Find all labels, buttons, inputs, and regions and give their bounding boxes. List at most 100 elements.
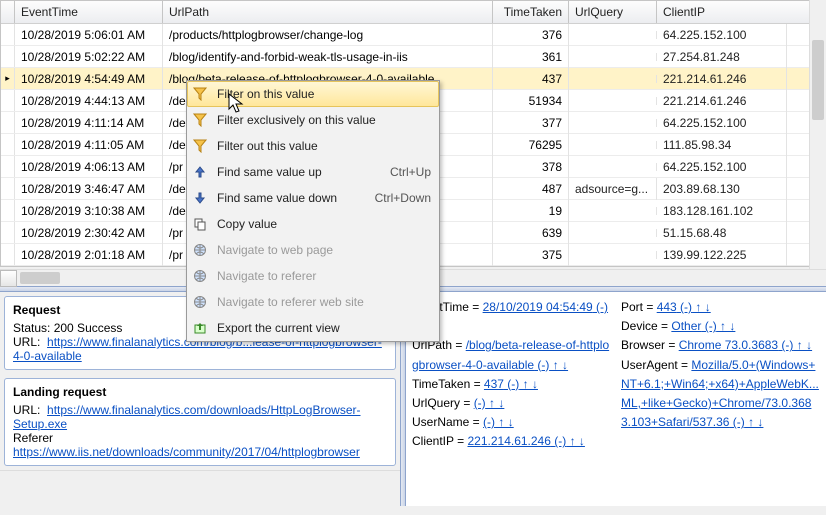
exclude-link[interactable]: (-): [483, 415, 495, 429]
menu-item[interactable]: Filter on this value: [187, 81, 439, 107]
exclude-link[interactable]: (-): [778, 338, 793, 352]
menu-item[interactable]: Filter out this value: [187, 133, 439, 159]
menu-label: Find same value up: [217, 165, 322, 179]
cell-tt: 19: [493, 200, 569, 222]
col-header-clientip[interactable]: ClientIP: [657, 1, 787, 23]
exclude-link[interactable]: (-): [504, 377, 519, 391]
cell-ip: 183.128.161.102: [657, 200, 787, 222]
cell-time: 10/28/2019 2:30:42 AM: [15, 222, 163, 244]
cell-tt: 51934: [493, 90, 569, 112]
nav-arrows[interactable]: ↑ ↓: [692, 300, 711, 314]
detail-value-link[interactable]: 221.214.61.246: [467, 434, 550, 448]
nav-arrows[interactable]: ↑ ↓: [793, 338, 812, 352]
cell-tt: 378: [493, 156, 569, 178]
arrow-down-icon: [193, 191, 207, 205]
cell-time: 10/28/2019 4:06:13 AM: [15, 156, 163, 178]
menu-label: Navigate to referer: [217, 269, 316, 283]
detail-value-link[interactable]: 437: [484, 377, 504, 391]
detail-row: Port = 443 (-) ↑ ↓: [621, 298, 820, 317]
cell-time: 10/28/2019 3:10:38 AM: [15, 200, 163, 222]
exclude-link[interactable]: (-): [701, 319, 716, 333]
col-header-timetaken[interactable]: TimeTaken: [493, 1, 569, 23]
globe-icon: [193, 295, 207, 309]
detail-panel: EventTime = 28/10/2019 04:54:49 (-) ↑ ↓U…: [406, 292, 826, 506]
detail-row: UrlPath = /blog/beta-release-of-httplogb…: [412, 336, 611, 374]
globe-icon: [193, 269, 207, 283]
col-header-urlquery[interactable]: UrlQuery: [569, 1, 657, 23]
cell-q: [569, 229, 657, 237]
detail-value-link[interactable]: 28/10/2019 04:54:49: [483, 300, 593, 314]
menu-label: Filter on this value: [217, 87, 314, 101]
cell-ip: 64.225.152.100: [657, 112, 787, 134]
cell-q: [569, 53, 657, 61]
menu-item[interactable]: Find same value up Ctrl+Up: [187, 159, 439, 185]
col-header-eventtime[interactable]: EventTime: [15, 1, 163, 23]
cell-tt: 361: [493, 46, 569, 68]
grid-header: EventTime UrlPath TimeTaken UrlQuery Cli…: [1, 1, 825, 24]
cell-ip: 203.89.68.130: [657, 178, 787, 200]
nav-arrows[interactable]: ↑ ↓: [495, 415, 514, 429]
exclude-link[interactable]: (-): [534, 358, 549, 372]
menu-label: Find same value down: [217, 191, 337, 205]
cell-q: [569, 97, 657, 105]
detail-value-link[interactable]: Other: [671, 319, 701, 333]
nav-arrows[interactable]: ↑ ↓: [717, 319, 736, 333]
cell-ip: 51.15.68.48: [657, 222, 787, 244]
exclude-link[interactable]: (-): [593, 300, 608, 314]
menu-shortcut: Ctrl+Up: [390, 165, 431, 179]
table-row[interactable]: 10/28/2019 5:06:01 AM/products/httplogbr…: [1, 24, 825, 46]
cell-url: /products/httplogbrowser/change-log: [163, 24, 493, 46]
cell-q: [569, 119, 657, 127]
funnel-icon: [193, 87, 207, 101]
vertical-scrollbar[interactable]: [809, 0, 826, 269]
col-header-urlpath[interactable]: UrlPath: [163, 1, 493, 23]
nav-arrows[interactable]: ↑ ↓: [549, 358, 568, 372]
landing-panel: Landing request URL: https://www.finalan…: [4, 378, 396, 466]
cell-ip: 64.225.152.100: [657, 24, 787, 46]
nav-arrows[interactable]: ↑ ↓: [486, 396, 505, 410]
cell-tt: 639: [493, 222, 569, 244]
cell-q: adsource=g...: [569, 178, 657, 200]
menu-item[interactable]: Export the current view: [187, 315, 439, 341]
left-bottom-scrollbar[interactable]: [0, 470, 400, 487]
menu-item[interactable]: Find same value downCtrl+Down: [187, 185, 439, 211]
cell-q: [569, 251, 657, 259]
landing-referer-link[interactable]: https://www.iis.net/downloads/community/…: [13, 445, 360, 459]
cell-time: 10/28/2019 4:54:49 AM: [15, 68, 163, 90]
cell-url: /blog/identify-and-forbid-weak-tls-usage…: [163, 46, 493, 68]
menu-item[interactable]: Filter exclusively on this value: [187, 107, 439, 133]
landing-url-link[interactable]: https://www.finalanalytics.com/downloads…: [13, 403, 361, 431]
menu-label: Navigate to web page: [217, 243, 333, 257]
cell-tt: 76295: [493, 134, 569, 156]
cell-ip: 64.225.152.100: [657, 156, 787, 178]
menu-label: Export the current view: [217, 321, 340, 335]
cell-q: [569, 75, 657, 83]
cell-q: [569, 207, 657, 215]
status-value: 200 Success: [54, 321, 123, 335]
table-row[interactable]: 10/28/2019 5:02:22 AM/blog/identify-and-…: [1, 46, 825, 68]
detail-row: Device = Other (-) ↑ ↓: [621, 317, 820, 336]
exclude-link[interactable]: (-): [677, 300, 692, 314]
cell-q: [569, 163, 657, 171]
detail-value-link[interactable]: Chrome 73.0.3683: [679, 338, 778, 352]
cell-ip: 27.254.81.248: [657, 46, 787, 68]
menu-item: Navigate to web page: [187, 237, 439, 263]
arrow-up-icon: [193, 165, 207, 179]
cell-q: [569, 31, 657, 39]
exclude-link[interactable]: (-): [474, 396, 486, 410]
cell-time: 10/28/2019 5:02:22 AM: [15, 46, 163, 68]
funnel-icon: [193, 139, 207, 153]
export-icon: [193, 321, 207, 335]
menu-label: Filter exclusively on this value: [217, 113, 376, 127]
nav-arrows[interactable]: ↑ ↓: [519, 377, 538, 391]
cell-time: 10/28/2019 3:46:47 AM: [15, 178, 163, 200]
cell-time: 10/28/2019 5:06:01 AM: [15, 24, 163, 46]
nav-arrows[interactable]: ↑ ↓: [566, 434, 585, 448]
exclude-link[interactable]: (-): [729, 415, 744, 429]
menu-item[interactable]: Copy value: [187, 211, 439, 237]
exclude-link[interactable]: (-): [551, 434, 566, 448]
nav-arrows[interactable]: ↑ ↓: [745, 415, 764, 429]
detail-value-link[interactable]: 443: [657, 300, 677, 314]
cell-time: 10/28/2019 4:11:14 AM: [15, 112, 163, 134]
context-menu[interactable]: Filter on this value Filter exclusively o…: [186, 80, 440, 342]
